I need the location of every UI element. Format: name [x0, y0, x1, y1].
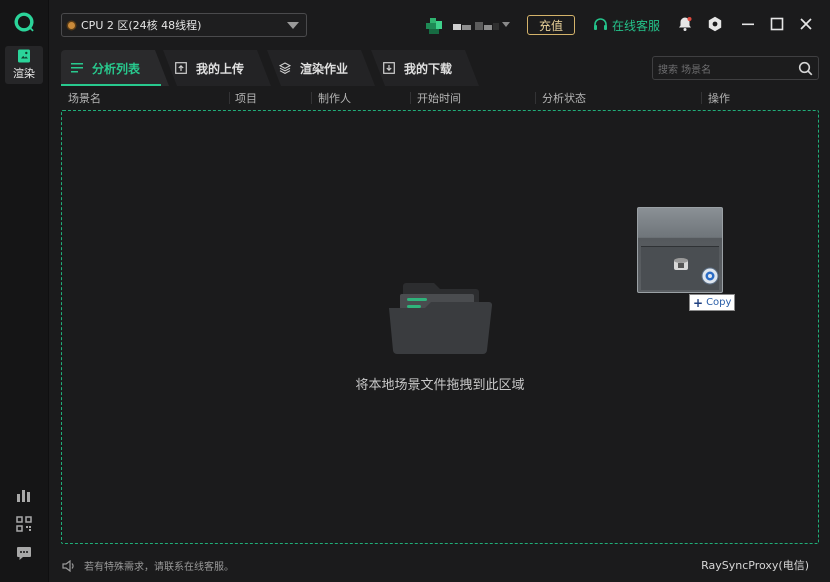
search-icon[interactable]	[798, 61, 813, 76]
footer-notice-text: 若有特殊需求，请联系在线客服。	[84, 562, 234, 573]
support-label: 在线客服	[612, 18, 661, 33]
column-divider	[535, 92, 536, 104]
chevron-down-icon	[502, 22, 510, 27]
layers-icon	[279, 62, 291, 74]
username-blur	[453, 22, 499, 30]
minimize-icon[interactable]	[740, 16, 756, 32]
column-divider	[229, 92, 230, 104]
maximize-icon[interactable]	[769, 16, 785, 32]
list-icon	[71, 63, 83, 73]
recharge-button[interactable]: 充值	[527, 15, 575, 35]
column-header-author[interactable]: 制作人	[318, 89, 351, 107]
tab-label: 渲染作业	[300, 61, 349, 76]
cpu-status-dot	[68, 21, 75, 29]
plus-icon: +	[693, 295, 704, 310]
upload-icon	[175, 62, 187, 74]
scene-search-input[interactable]: 搜索 场景名	[652, 56, 819, 80]
tab-render-jobs[interactable]: 渲染作业	[267, 50, 375, 86]
cpu-zone-value: CPU 2 区(24核 48线程)	[81, 19, 202, 32]
message-icon[interactable]	[16, 545, 32, 561]
sidebar-item-render[interactable]: 渲染	[5, 46, 43, 84]
chevron-down-icon	[287, 22, 299, 29]
column-divider	[410, 92, 411, 104]
column-header-actions[interactable]: 操作	[708, 89, 730, 107]
online-support-button[interactable]: 在线客服	[593, 15, 660, 35]
column-header-scene-name[interactable]: 场景名	[68, 89, 101, 107]
preview-shelf	[641, 246, 719, 290]
cpu-zone-select[interactable]: CPU 2 区(24核 48线程)	[61, 13, 307, 37]
tab-label: 我的下载	[404, 61, 453, 76]
close-icon[interactable]	[798, 16, 814, 32]
left-sidebar: 渲染	[0, 0, 49, 582]
drop-zone-hint: 将本地场景文件拖拽到此区域	[355, 378, 525, 393]
stats-icon[interactable]	[16, 487, 32, 503]
dragged-file-preview	[637, 207, 723, 293]
copy-label: Copy	[706, 297, 732, 308]
column-header-project[interactable]: 项目	[235, 89, 257, 107]
tab-label: 分析列表	[92, 61, 141, 76]
file-cylinder-icon	[674, 258, 688, 270]
avatar	[426, 18, 444, 34]
column-divider	[311, 92, 312, 104]
app-file-badge-icon	[701, 267, 719, 285]
scene-drop-zone[interactable]: 将本地场景文件拖拽到此区域	[61, 110, 819, 544]
qr-code-icon[interactable]	[16, 516, 32, 532]
render-icon	[18, 49, 30, 63]
folder-icon	[389, 283, 493, 354]
proxy-status[interactable]: RaySyncProxy(电信)	[701, 557, 809, 573]
download-icon	[383, 62, 395, 74]
speaker-icon	[62, 559, 74, 572]
gear-icon[interactable]	[707, 16, 723, 32]
table-header: 场景名 项目 制作人 开始时间 分析状态 操作	[61, 89, 819, 107]
search-placeholder: 搜索 场景名	[658, 64, 712, 76]
sidebar-item-label: 渲染	[13, 67, 35, 80]
bell-icon[interactable]	[677, 16, 693, 32]
tab-my-downloads[interactable]: 我的下载	[371, 50, 479, 86]
drag-copy-badge: + Copy	[689, 294, 735, 311]
user-account-menu[interactable]	[426, 16, 510, 34]
column-header-start-time[interactable]: 开始时间	[417, 89, 461, 107]
column-divider	[701, 92, 702, 104]
column-header-analysis-status[interactable]: 分析状态	[542, 89, 586, 107]
headset-icon	[594, 18, 607, 30]
tab-label: 我的上传	[196, 61, 245, 76]
footer-notice: 若有特殊需求，请联系在线客服。	[62, 558, 234, 573]
tab-my-uploads[interactable]: 我的上传	[163, 50, 271, 86]
app-logo-icon[interactable]	[12, 10, 36, 34]
tab-analysis-list[interactable]: 分析列表	[61, 50, 169, 86]
